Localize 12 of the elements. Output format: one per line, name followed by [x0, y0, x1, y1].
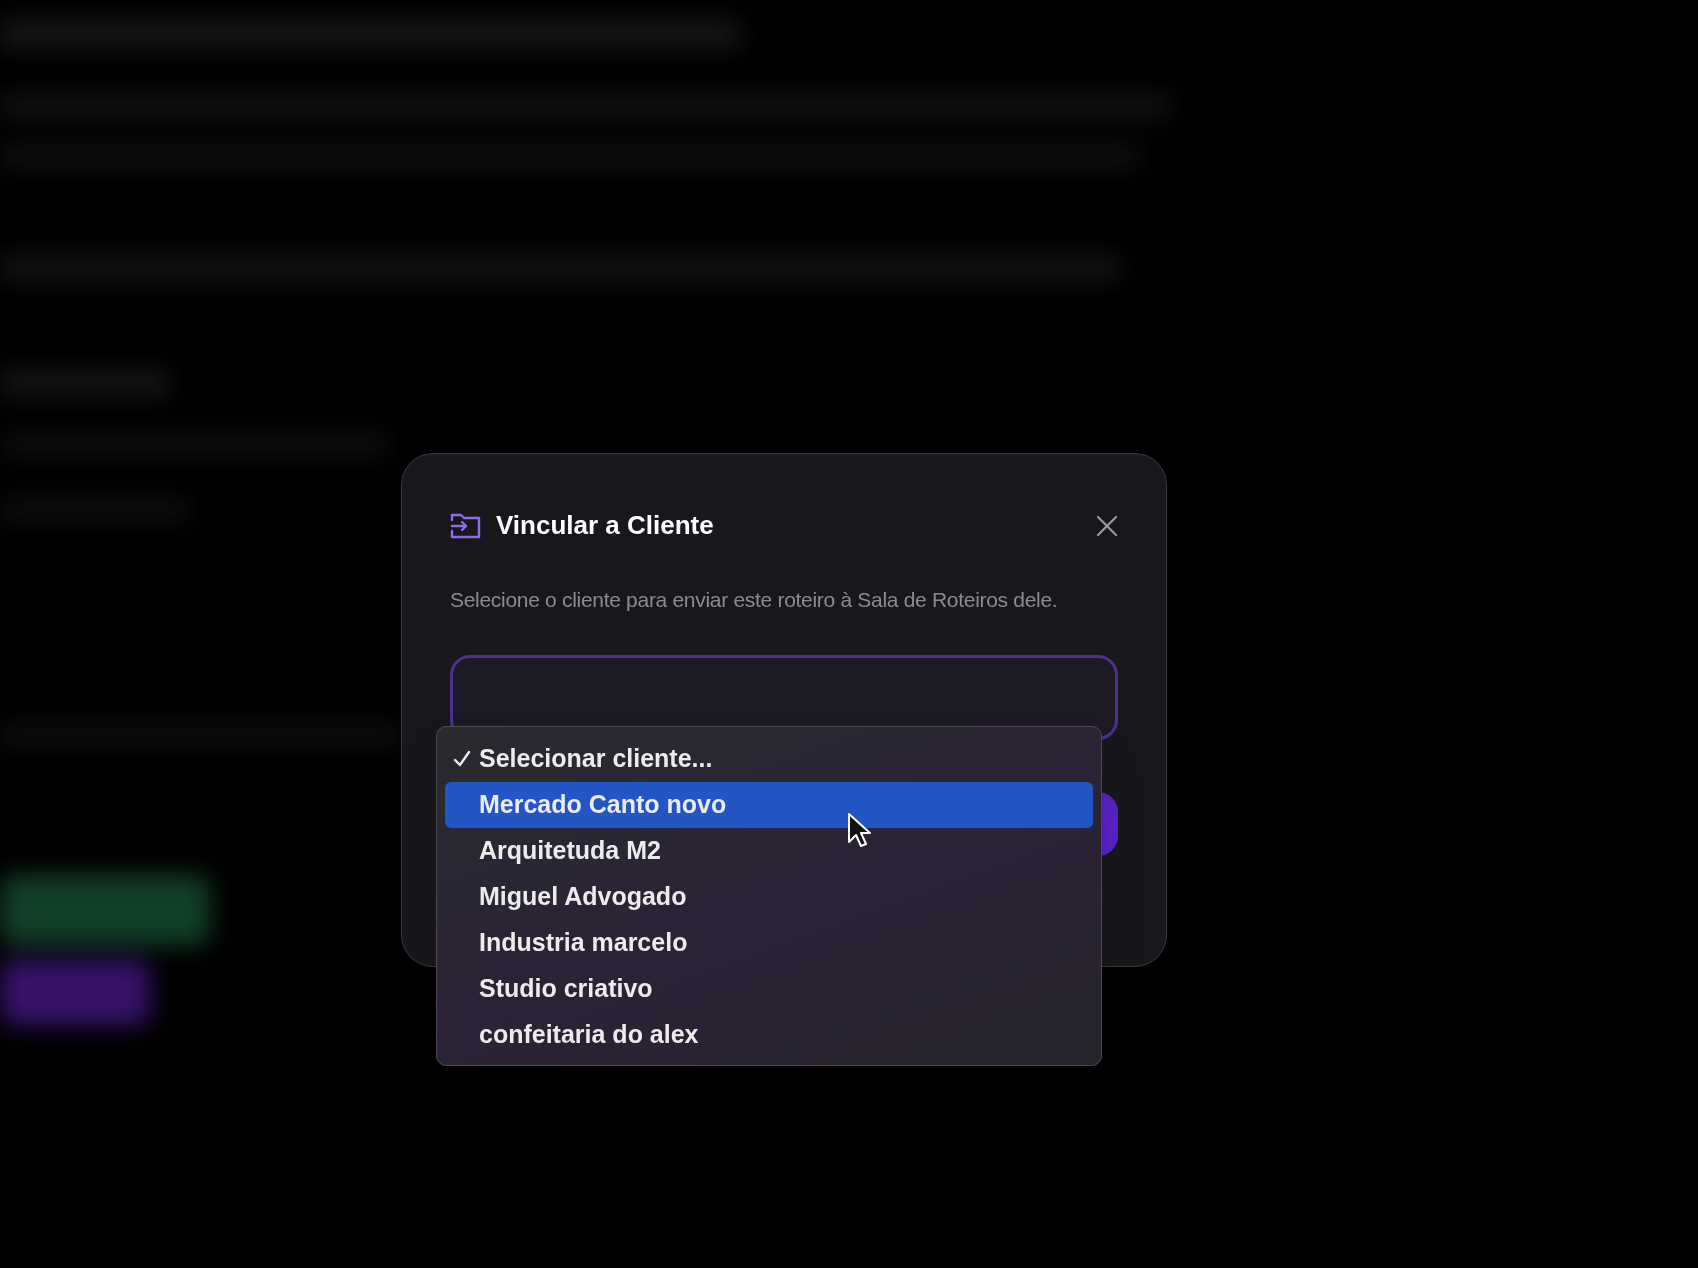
menu-item[interactable]: Selecionar cliente... — [445, 736, 1093, 782]
menu-item[interactable]: Industria marcelo — [445, 920, 1093, 966]
mouse-cursor-icon — [847, 812, 871, 848]
dialog-description: Selecione o cliente para enviar este roteiro à Sala de Roteiros dele. — [450, 587, 1059, 613]
dialog-title: Vincular a Cliente — [496, 509, 714, 542]
menu-item[interactable]: Arquitetuda M2 — [445, 828, 1093, 874]
menu-item[interactable]: confeitaria do alex — [445, 1012, 1093, 1058]
menu-item[interactable]: Studio criativo — [445, 966, 1093, 1012]
close-icon[interactable] — [1096, 514, 1118, 537]
menu-item[interactable]: Miguel Advogado — [445, 874, 1093, 920]
folder-arrow-icon — [450, 511, 482, 540]
menu-item[interactable]: Mercado Canto novo — [445, 782, 1093, 828]
